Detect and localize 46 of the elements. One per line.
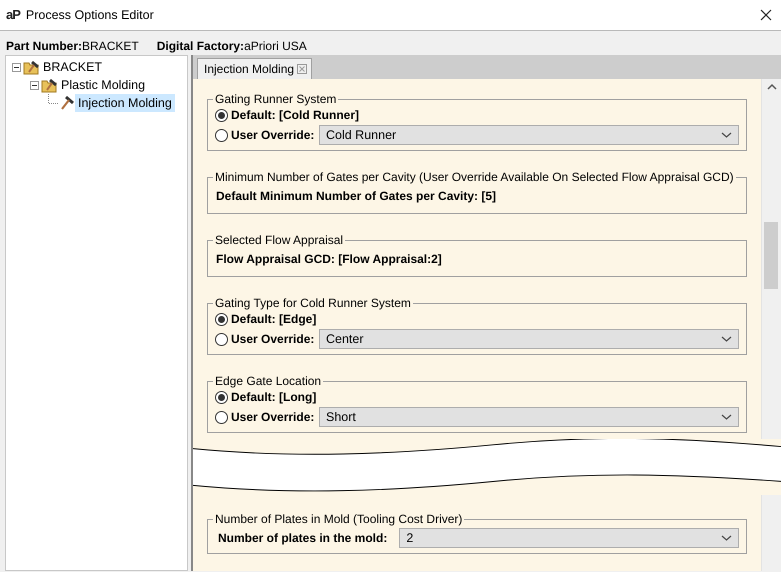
scrollbar-thumb[interactable] [764,222,778,289]
tree-item[interactable]: Plastic Molding [58,76,148,94]
radio-button[interactable] [215,410,228,424]
radio-button[interactable] [215,390,228,404]
group-title: Gating Runner System [214,93,338,105]
option-label: User Override: [231,331,316,348]
radio-button[interactable] [215,128,228,142]
option-label: Default: [Edge] [231,311,316,328]
close-icon[interactable] [760,9,772,21]
option-label: Default: [Long] [231,389,316,406]
caret-icon [721,413,732,421]
tree-line [48,94,58,104]
collapse-icon[interactable] [30,80,39,90]
tree-item[interactable]: Injection Molding [75,94,175,112]
tree-item[interactable]: BRACKET [40,58,106,76]
info-text: Flow Appraisal GCD: [Flow Appraisal:2] [215,251,443,268]
group-title: Minimum Number of Gates per Cavity (User Override Available On Selected Flow Appraisal GCD) [214,171,735,183]
folder-hammer-icon [23,59,40,75]
caret-icon [721,131,732,139]
scroll-up-icon[interactable] [766,82,778,92]
collapse-icon[interactable] [12,62,21,72]
digital-factory-text: Digital Factory:aPriori USA [156,38,307,55]
dropdown[interactable]: 2 [399,528,739,548]
caret-icon [721,534,732,542]
group-title: Edge Gate Location [214,375,322,387]
radio-button[interactable] [215,108,228,122]
part-number-text: Part Number:BRACKET [6,38,139,55]
info-text: Default Minimum Number of Gates per Cavity: [5] [215,188,498,205]
window-title: Process Options Editor [26,6,154,24]
caret-icon [721,335,732,343]
option-label: User Override: [231,127,316,144]
group-title: Gating Type for Cold Runner System [214,297,412,309]
hammer-icon [58,95,75,111]
radio-button[interactable] [215,332,228,346]
dropdown[interactable]: Short [319,407,739,427]
group-title: Number of Plates in Mold (Tooling Cost Driver) [214,513,464,525]
app-logo: aP [6,6,20,24]
dropdown[interactable]: Cold Runner [319,125,739,145]
tab[interactable]: Injection Molding [197,58,312,79]
option-label: User Override: [231,409,316,426]
group-title: Selected Flow Appraisal [214,234,344,246]
radio-button[interactable] [215,312,228,326]
option-label: Default: [Cold Runner] [231,107,359,124]
dropdown[interactable]: Center [319,329,739,349]
folder-hammer-icon [41,77,58,93]
field-label: Number of plates in the mold: [218,530,388,547]
